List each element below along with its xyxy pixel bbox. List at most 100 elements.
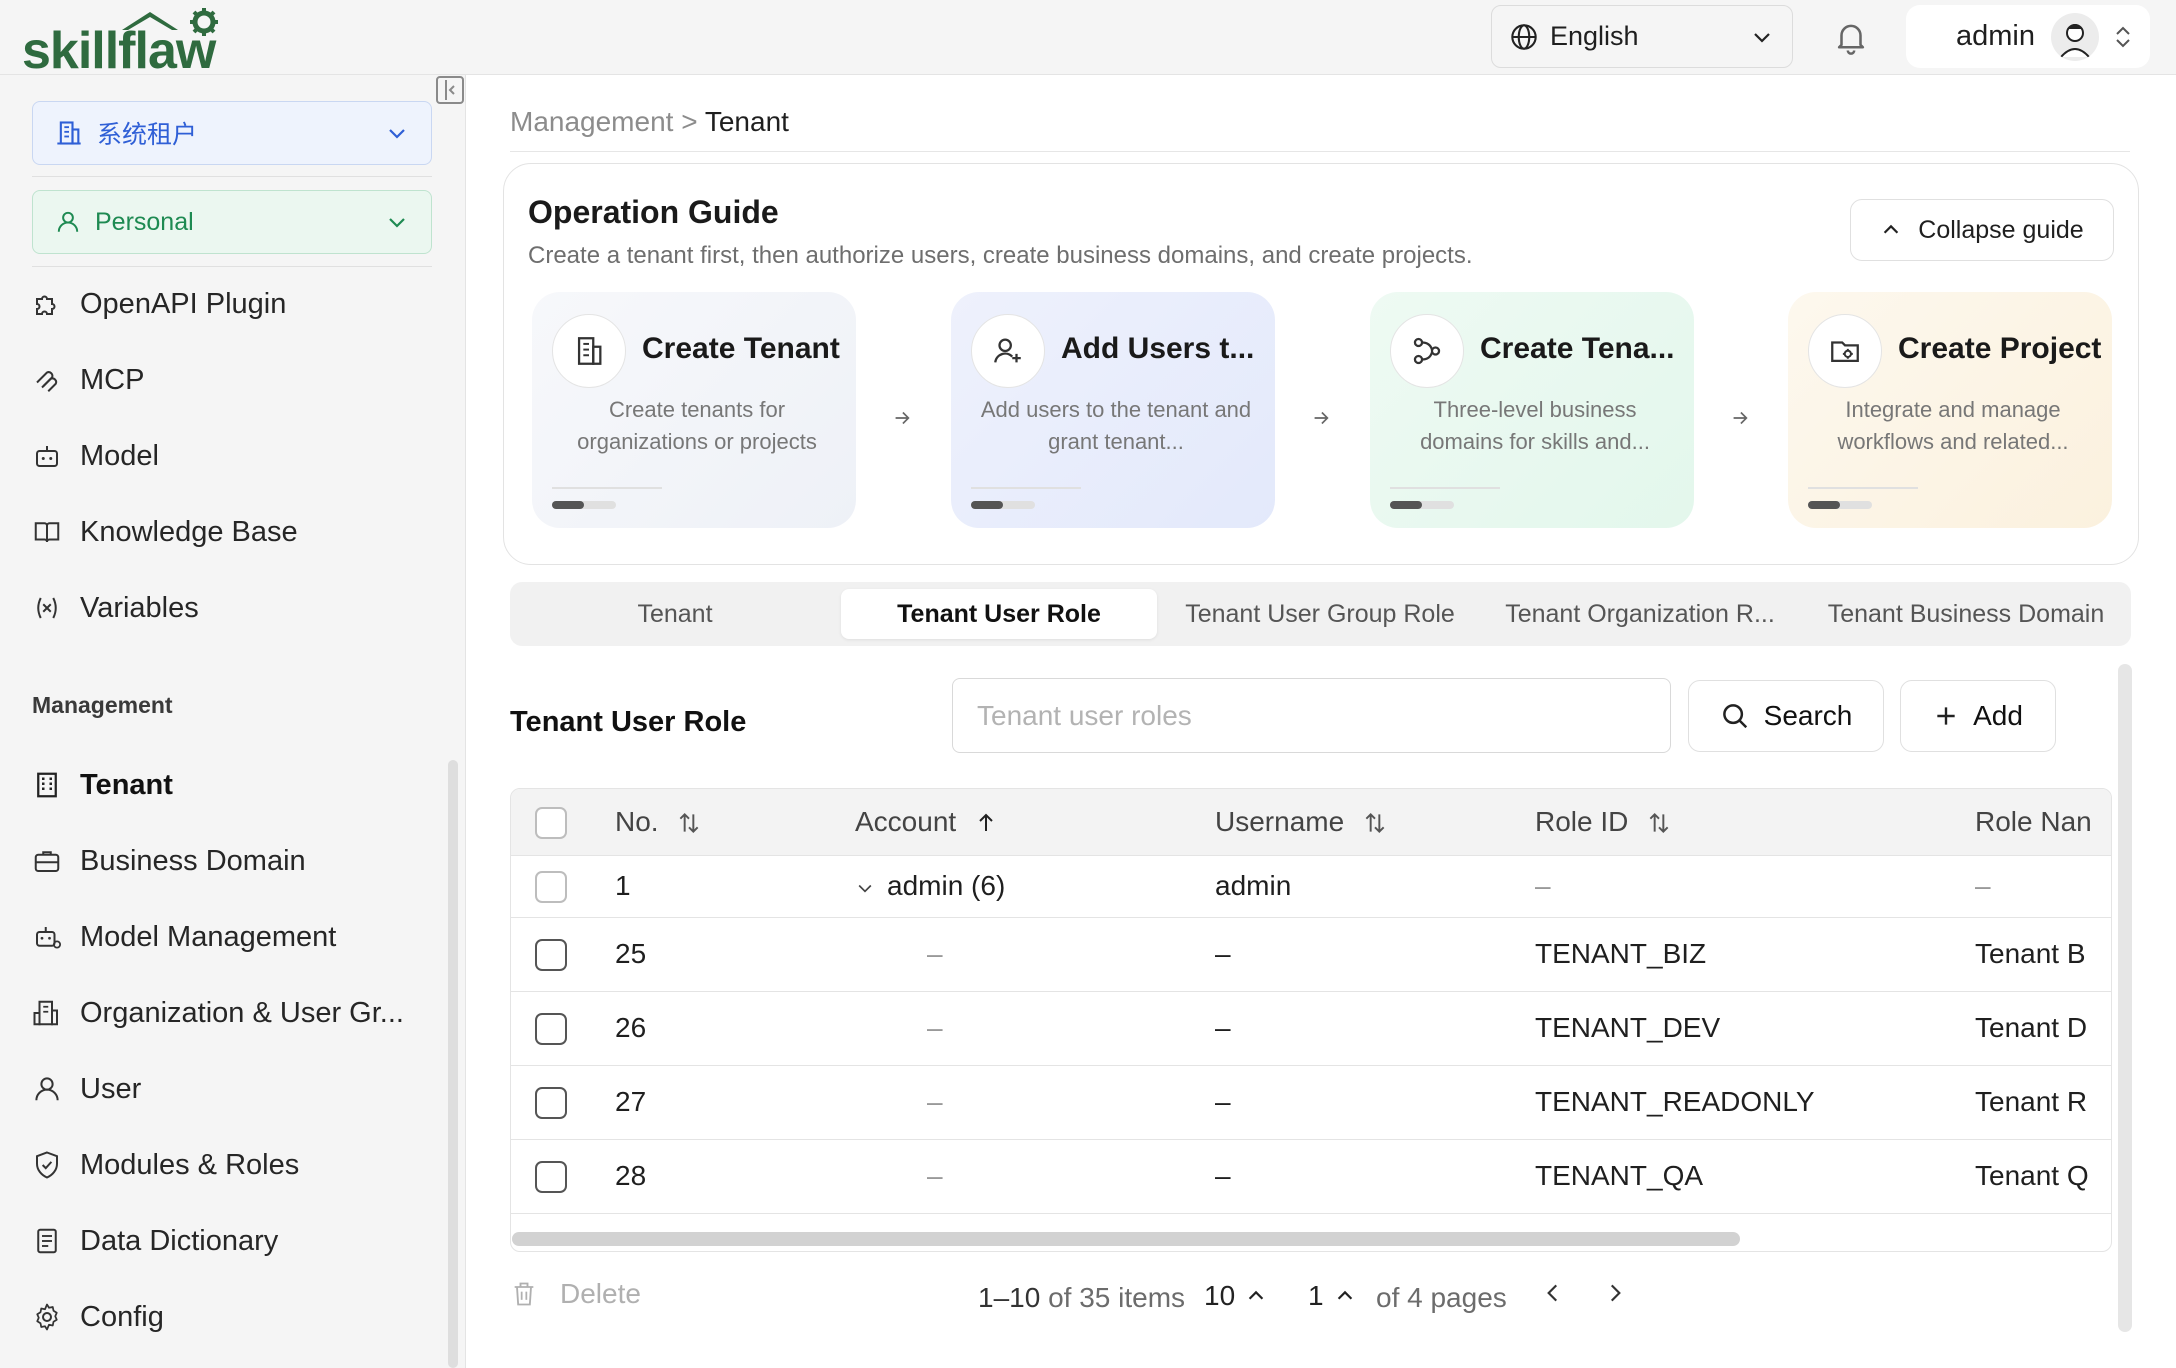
cell-username: admin xyxy=(1215,855,1535,918)
divider xyxy=(32,176,432,177)
cell-no: 25 xyxy=(615,917,855,992)
tenant-selector[interactable]: 系统租户 xyxy=(32,101,432,165)
current-page-value: 1 xyxy=(1308,1280,1324,1311)
sidebar-item-user[interactable]: User xyxy=(32,1064,141,1114)
add-button[interactable]: Add xyxy=(1900,680,2056,752)
range-value: 1–10 xyxy=(978,1282,1041,1313)
row-checkbox[interactable] xyxy=(535,1012,567,1045)
row-checkbox[interactable] xyxy=(535,938,567,971)
previous-page-button[interactable] xyxy=(1540,1280,1566,1313)
cell-role-id: TENANT_DEV xyxy=(1535,991,1975,1066)
tab-tenant-organization-role[interactable]: Tenant Organization R... xyxy=(1490,589,1790,639)
table-row[interactable]: 25 – – TENANT_BIZ Tenant B xyxy=(511,917,2111,992)
cell-role-name: Tenant R xyxy=(1975,1065,2111,1140)
search-input[interactable] xyxy=(952,678,1671,753)
search-button[interactable]: Search xyxy=(1688,680,1884,752)
chevron-down-icon[interactable] xyxy=(855,878,875,898)
cell-no: 1 xyxy=(615,855,855,918)
sidebar-collapse-icon[interactable] xyxy=(436,76,464,104)
sidebar-item-business-domain[interactable]: Business Domain xyxy=(32,836,306,886)
trash-icon xyxy=(514,1282,534,1306)
sort-icon xyxy=(1649,813,1669,834)
step-progress xyxy=(1808,501,1872,509)
breadcrumb-parent[interactable]: Management xyxy=(510,106,673,137)
sidebar-item-config[interactable]: Config xyxy=(32,1292,164,1342)
guide-subtitle: Create a tenant first, then authorize us… xyxy=(528,242,1473,269)
sort-icon xyxy=(1365,813,1385,834)
user-menu[interactable]: admin xyxy=(1906,5,2150,68)
table-horizontal-scrollbar[interactable] xyxy=(512,1232,1740,1246)
space-selector[interactable]: Personal xyxy=(32,190,432,254)
step-title: Create Tenant xyxy=(642,332,840,365)
arrow-right-icon xyxy=(880,396,924,440)
sidebar-item-model[interactable]: Model xyxy=(32,431,159,481)
sidebar-item-organization[interactable]: Organization & User Gr... xyxy=(32,988,404,1038)
chevron-down-icon xyxy=(389,129,405,139)
row-checkbox[interactable] xyxy=(535,1086,567,1119)
sidebar-item-mcp[interactable]: MCP xyxy=(32,355,144,405)
table-row[interactable]: 27 – – TENANT_READONLY Tenant R xyxy=(511,1065,2111,1140)
plus-icon xyxy=(1937,707,1955,725)
sidebar-item-data-dictionary[interactable]: Data Dictionary xyxy=(32,1216,278,1266)
tab-tenant-user-role[interactable]: Tenant User Role xyxy=(841,589,1157,639)
table-row[interactable]: 28 – – TENANT_QA Tenant Q xyxy=(511,1139,2111,1214)
chevron-down-icon xyxy=(1754,32,1770,43)
cell-no: 26 xyxy=(615,991,855,1066)
sidebar-item-model-management[interactable]: Model Management xyxy=(32,912,336,962)
column-header-account[interactable]: Account xyxy=(855,789,1215,856)
content-vertical-scrollbar[interactable] xyxy=(2118,664,2132,1332)
skillflaw-logo[interactable]: skillflaw xyxy=(22,4,272,70)
table-row[interactable]: 26 – – TENANT_DEV Tenant D xyxy=(511,991,2111,1066)
sidebar-item-tenant[interactable]: Tenant xyxy=(32,760,173,810)
cell-username: – xyxy=(1215,1139,1535,1214)
sidebar-item-label: Tenant xyxy=(80,768,173,801)
page-size-select[interactable]: 10 xyxy=(1204,1280,1267,1312)
sidebar: 系统租户 Personal OpenAPI Plugin MCP Model K… xyxy=(0,75,466,1368)
chevron-up-icon xyxy=(1337,1290,1352,1300)
row-checkbox[interactable] xyxy=(535,870,567,903)
column-header-role-id[interactable]: Role ID xyxy=(1535,789,1975,856)
select-all-checkbox[interactable] xyxy=(535,806,567,839)
guide-step-add-users[interactable]: Add Users t... Add users to the tenant a… xyxy=(951,292,1275,528)
page-number-select[interactable]: 1 xyxy=(1308,1280,1356,1312)
step-divider xyxy=(1390,487,1500,489)
sidebar-item-knowledge-base[interactable]: Knowledge Base xyxy=(32,507,298,557)
guide-step-create-project[interactable]: Create Project Integrate and manage work… xyxy=(1788,292,2112,528)
guide-step-create-business-domain[interactable]: Create Tena... Three-level business doma… xyxy=(1370,292,1694,528)
cell-username: – xyxy=(1215,1065,1535,1140)
column-header-username[interactable]: Username xyxy=(1215,789,1535,856)
sidebar-item-openapi-plugin[interactable]: OpenAPI Plugin xyxy=(32,279,286,329)
tab-tenant-business-domain[interactable]: Tenant Business Domain xyxy=(1810,589,2122,639)
building-icon xyxy=(32,770,62,800)
user-name: admin xyxy=(1956,20,2035,52)
sidebar-item-label: Business Domain xyxy=(80,844,306,877)
collapse-guide-button[interactable]: Collapse guide xyxy=(1850,199,2114,261)
step-description: Integrate and manage workflows and relat… xyxy=(1837,397,2069,454)
sidebar-item-variables[interactable]: Variables xyxy=(32,583,199,633)
guide-step-create-tenant[interactable]: Create Tenant Create tenants for organiz… xyxy=(532,292,856,528)
cell-role-name: – xyxy=(1975,855,2111,918)
column-header-no[interactable]: No. xyxy=(615,789,855,856)
step-divider xyxy=(971,487,1081,489)
gear-icon xyxy=(32,1302,62,1332)
column-header-role-name[interactable]: Role Nan xyxy=(1975,789,2111,856)
column-header-label: Role Nan xyxy=(1975,805,2092,837)
operation-guide-panel: Operation Guide Create a tenant first, t… xyxy=(503,163,2139,565)
tab-tenant-user-group-role[interactable]: Tenant User Group Role xyxy=(1170,589,1470,639)
breadcrumb: Management > Tenant xyxy=(510,106,789,138)
table-row[interactable]: 1 admin (6) admin – – xyxy=(511,855,2111,918)
arrow-right-icon xyxy=(1718,396,1762,440)
row-checkbox[interactable] xyxy=(535,1160,567,1193)
tab-tenant[interactable]: Tenant xyxy=(510,589,840,639)
sidebar-scrollbar[interactable] xyxy=(448,760,458,1368)
top-bar: skillflaw English admin xyxy=(0,0,2176,75)
cell-account: – xyxy=(855,1139,1215,1214)
chevron-right-icon xyxy=(1610,1284,1621,1302)
next-page-button[interactable] xyxy=(1602,1280,1628,1313)
notification-bell-icon[interactable] xyxy=(1832,18,1870,56)
sort-ascending-icon xyxy=(979,813,993,832)
sidebar-item-modules-roles[interactable]: Modules & Roles xyxy=(32,1140,299,1190)
delete-button[interactable]: Delete xyxy=(510,1278,641,1310)
org-icon xyxy=(32,998,62,1028)
language-select[interactable]: English xyxy=(1491,5,1793,68)
